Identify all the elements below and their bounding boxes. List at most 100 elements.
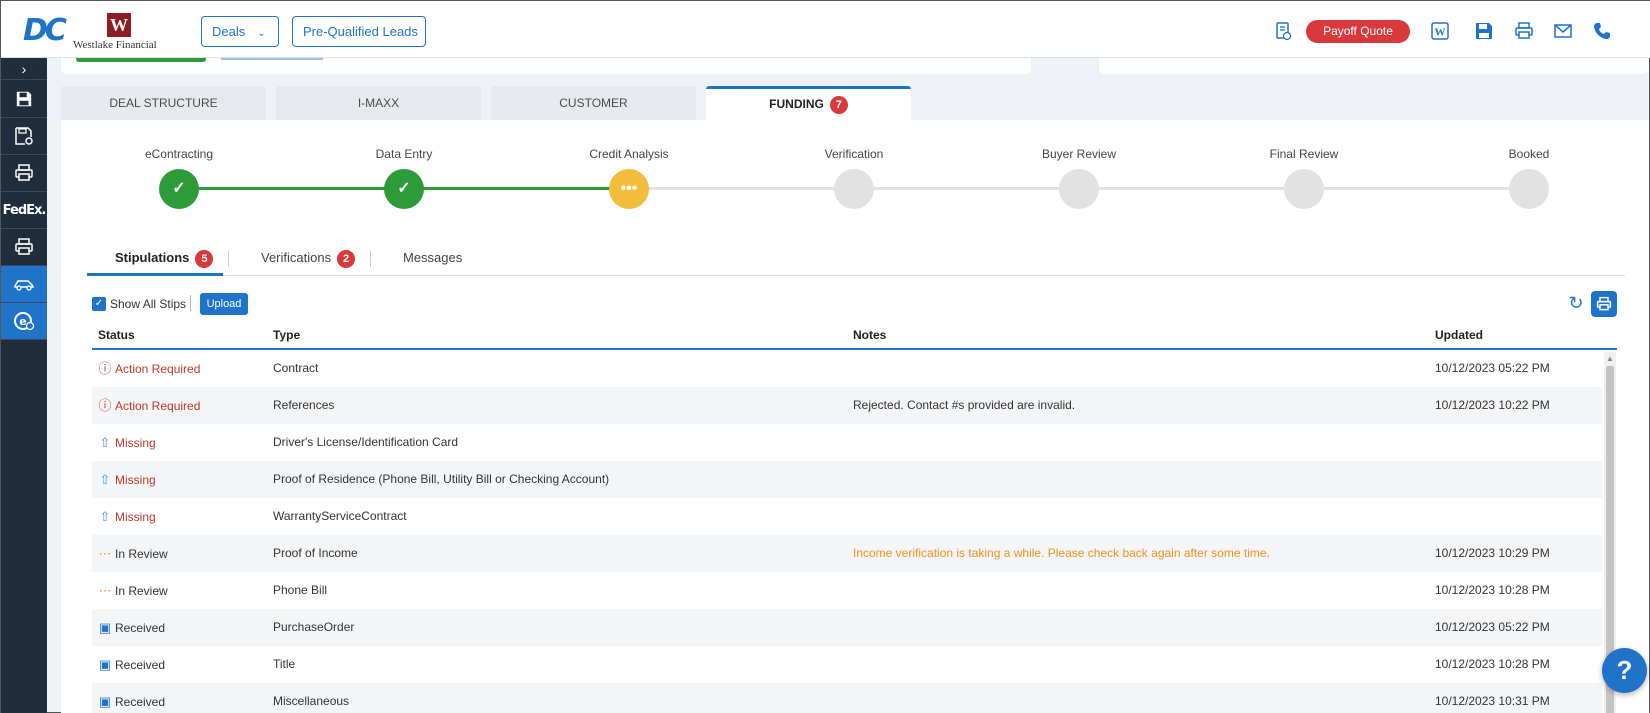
- step-buyer-review: Buyer Review: [1009, 147, 1149, 209]
- mail-icon[interactable]: [1552, 21, 1574, 43]
- rail-save-settings-icon[interactable]: [1, 118, 47, 155]
- phone-icon[interactable]: [1591, 21, 1613, 43]
- table-row[interactable]: ⇧ Missing WarrantyServiceContract: [92, 498, 1602, 535]
- check-icon: ✓: [384, 169, 424, 209]
- step-pending-dot: [834, 169, 874, 209]
- table-row[interactable]: ⇧ Missing Driver's License/Identification…: [92, 424, 1602, 461]
- stips-table-header: Status Type Notes Updated: [92, 324, 1617, 350]
- header-status[interactable]: Status: [98, 328, 135, 342]
- save-icon[interactable]: [1473, 21, 1495, 43]
- table-row[interactable]: ⓘ Action Required Contract 10/12/2023 05:…: [92, 350, 1602, 387]
- tab-deal-structure[interactable]: DEAL STRUCTURE: [61, 86, 266, 120]
- step-label: Final Review: [1269, 147, 1339, 161]
- status-text: Action Required: [115, 399, 201, 413]
- word-icon[interactable]: W: [1429, 21, 1451, 43]
- type-cell: PurchaseOrder: [273, 620, 355, 634]
- expand-rail-icon[interactable]: ›: [1, 58, 47, 80]
- type-cell: Title: [273, 657, 296, 671]
- step-label: Booked: [1508, 147, 1550, 161]
- show-all-stips-checkbox[interactable]: ✓: [92, 297, 106, 311]
- updated-cell: 10/12/2023 05:22 PM: [1435, 361, 1550, 375]
- table-row[interactable]: ⇧ Missing Proof of Residence (Phone Bill,…: [92, 461, 1602, 498]
- upload-button[interactable]: Upload: [200, 293, 248, 315]
- status-cell: ⋯ In Review: [98, 572, 168, 610]
- status-cell: ▣ Received: [98, 683, 165, 713]
- status-cell: ▣ Received: [98, 609, 165, 647]
- pending-circle-icon: ⋯: [98, 583, 112, 598]
- show-all-stips-label[interactable]: Show All Stips: [110, 297, 186, 311]
- type-cell: Phone Bill: [273, 583, 328, 597]
- rail-save-icon[interactable]: [1, 81, 47, 118]
- ellipsis-icon: •••: [609, 169, 649, 209]
- type-cell: WarrantyServiceContract: [273, 509, 407, 523]
- type-cell: Driver's License/Identification Card: [273, 435, 459, 449]
- table-row[interactable]: ▣ Received Title 10/12/2023 10:28 PM: [92, 646, 1602, 683]
- tab-customer[interactable]: CUSTOMER: [491, 86, 696, 120]
- rail-car-icon[interactable]: [1, 266, 47, 303]
- rail-fedex-icon[interactable]: FedEx.: [1, 192, 47, 229]
- table-row[interactable]: ▣ Received Miscellaneous 10/12/2023 10:31…: [92, 683, 1602, 713]
- status-cell: ⇧ Missing: [98, 498, 156, 536]
- blue-button-stub: [221, 58, 323, 60]
- svg-text:e: e: [19, 315, 26, 328]
- stips-table-body: ⓘ Action Required Contract 10/12/2023 05:…: [92, 350, 1602, 713]
- westlake-logo-text: Westlake Financial: [73, 39, 157, 51]
- updated-cell: 10/12/2023 05:22 PM: [1435, 620, 1550, 634]
- step-econtracting: eContracting ✓: [109, 147, 249, 209]
- table-row[interactable]: ▣ Received PurchaseOrder 10/12/2023 05:22…: [92, 609, 1602, 646]
- rail-econtract-icon[interactable]: e: [1, 303, 47, 340]
- pending-circle-icon: ⋯: [98, 546, 112, 561]
- updated-cell: 10/12/2023 10:31 PM: [1435, 694, 1550, 708]
- upload-cloud-icon: ⇧: [99, 509, 111, 524]
- status-text: In Review: [115, 584, 168, 598]
- payoff-quote-button[interactable]: Payoff Quote: [1306, 20, 1410, 43]
- help-button[interactable]: ?: [1602, 648, 1647, 693]
- print-table-button[interactable]: [1591, 291, 1617, 317]
- table-row[interactable]: ⋯ In Review Phone Bill 10/12/2023 10:28 P…: [92, 572, 1602, 609]
- deals-dropdown[interactable]: Deals ⌄: [201, 16, 279, 47]
- pre-qualified-leads-button[interactable]: Pre-Qualified Leads: [292, 16, 426, 47]
- subtab-messages[interactable]: Messages: [403, 241, 462, 276]
- type-cell: References: [273, 398, 335, 412]
- green-button-stub: [76, 58, 206, 62]
- step-label: Verification: [824, 147, 884, 161]
- table-row[interactable]: ⓘ Action Required References Rejected. Co…: [92, 387, 1602, 424]
- status-cell: ▣ Received: [98, 646, 165, 684]
- print-icon[interactable]: [1513, 21, 1535, 43]
- step-data-entry: Data Entry ✓: [334, 147, 474, 209]
- status-text: Received: [115, 695, 166, 709]
- document-received-icon: ▣: [98, 620, 112, 635]
- subtab-stipulations[interactable]: Stipulations 5: [87, 241, 223, 276]
- subtab-verifications[interactable]: Verifications 2: [261, 241, 356, 276]
- document-received-icon: ▣: [98, 657, 112, 672]
- header-updated[interactable]: Updated: [1435, 328, 1483, 342]
- step-label: eContracting: [144, 147, 214, 161]
- rail-print-icon-2[interactable]: [1, 229, 47, 266]
- header-type[interactable]: Type: [273, 328, 300, 342]
- document-received-icon: ▣: [98, 694, 112, 709]
- summary-card-right: [1099, 58, 1649, 74]
- toolbar-divider: [190, 295, 191, 311]
- svg-text:W: W: [1435, 27, 1446, 39]
- refresh-icon[interactable]: ↻: [1566, 293, 1586, 313]
- check-icon: ✓: [159, 169, 199, 209]
- table-row[interactable]: ⋯ In Review Proof of Income Income verifi…: [92, 535, 1602, 572]
- subtab-stipulations-label: Stipulations: [115, 250, 190, 265]
- step-pending-dot: [1059, 169, 1099, 209]
- tab-funding[interactable]: FUNDING 7: [706, 86, 911, 120]
- alert-circle-icon: ⓘ: [98, 361, 112, 376]
- funding-count-badge: 7: [829, 95, 848, 114]
- updated-cell: 10/12/2023 10:28 PM: [1435, 657, 1550, 671]
- header-notes[interactable]: Notes: [853, 328, 886, 342]
- dc-logo[interactable]: DC: [23, 13, 67, 48]
- status-cell: ⋯ In Review: [98, 535, 168, 573]
- scroll-up-icon[interactable]: ▲: [1606, 354, 1614, 363]
- status-cell: ⇧ Missing: [98, 461, 156, 499]
- tab-i-maxx[interactable]: I-MAXX: [276, 86, 481, 120]
- status-cell: ⇧ Missing: [98, 424, 156, 462]
- status-text: Missing: [115, 473, 156, 487]
- rail-print-icon[interactable]: [1, 155, 47, 192]
- funding-subtabs: Stipulations 5 Verifications 2 Messages: [87, 241, 1625, 276]
- document-check-icon[interactable]: [1272, 21, 1294, 43]
- status-text: In Review: [115, 547, 168, 561]
